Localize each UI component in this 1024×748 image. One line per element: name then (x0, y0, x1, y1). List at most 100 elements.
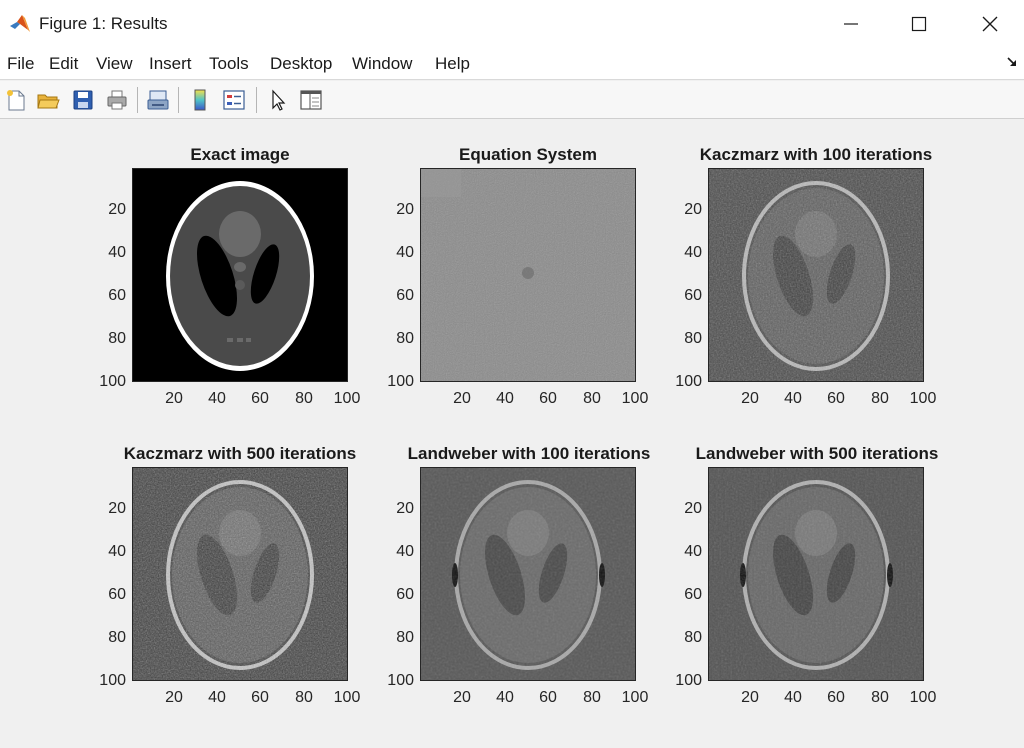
y-tick-label: 60 (684, 586, 702, 603)
y-tick-label: 40 (396, 244, 414, 261)
x-tick-label: 20 (453, 390, 471, 407)
x-tick-label: 80 (583, 390, 601, 407)
edit-plot-button[interactable] (264, 86, 292, 114)
x-tick-label: 20 (165, 390, 183, 407)
property-inspector-button[interactable] (297, 86, 325, 114)
y-tick-label: 20 (396, 500, 414, 517)
menu-tools[interactable]: Tools (209, 54, 249, 74)
reconstruction-image (421, 468, 635, 680)
y-tick-label: 60 (684, 287, 702, 304)
image-kaczmarz-500[interactable] (132, 467, 348, 681)
x-tick-label: 20 (453, 689, 471, 706)
y-tick-label: 100 (99, 672, 126, 689)
y-tick-label: 40 (108, 543, 126, 560)
y-tick-label: 80 (684, 629, 702, 646)
minimize-button[interactable] (828, 6, 874, 42)
x-tick-label: 100 (333, 689, 361, 706)
insert-colorbar-button[interactable] (186, 86, 214, 114)
y-tick-label: 20 (396, 201, 414, 218)
x-tick-label: 20 (165, 689, 183, 706)
new-figure-button[interactable] (2, 86, 30, 114)
y-tick-label: 80 (396, 330, 414, 347)
x-tick-label: 100 (333, 390, 361, 407)
toolbar-separator (137, 87, 138, 113)
menu-edit[interactable]: Edit (49, 54, 78, 74)
x-tick-label: 80 (871, 689, 889, 706)
image-landweber-500[interactable] (708, 467, 924, 681)
print-button[interactable] (103, 86, 131, 114)
x-tick-label: 40 (208, 390, 226, 407)
y-tick-label: 60 (108, 287, 126, 304)
menu-desktop[interactable]: Desktop (270, 54, 332, 74)
phantom-image (133, 169, 347, 381)
y-tick-label: 40 (684, 543, 702, 560)
x-tick-label: 60 (251, 689, 269, 706)
x-tick-label: 80 (295, 689, 313, 706)
maximize-icon (911, 16, 927, 32)
y-tick-label: 60 (396, 586, 414, 603)
window-titlebar: Figure 1: Results (0, 0, 1024, 48)
y-tick-label: 80 (396, 629, 414, 646)
axes-title-equation-system: Equation System (459, 145, 597, 164)
open-file-icon (37, 94, 60, 109)
y-tick-label: 20 (108, 201, 126, 218)
image-landweber-100[interactable] (420, 467, 636, 681)
system-matrix-image (421, 169, 635, 381)
x-tick-label: 40 (496, 689, 514, 706)
undock-arrow-icon[interactable] (1006, 56, 1018, 68)
open-file-button[interactable] (34, 86, 62, 114)
x-tick-label: 100 (909, 689, 937, 706)
image-kaczmarz-100[interactable] (708, 168, 924, 382)
close-icon (982, 16, 998, 32)
y-tick-label: 100 (387, 672, 414, 689)
menu-window[interactable]: Window (352, 54, 412, 74)
close-button[interactable] (967, 6, 1013, 42)
x-tick-label: 60 (827, 689, 845, 706)
link-plot-button[interactable] (144, 86, 172, 114)
y-tick-label: 100 (675, 373, 702, 390)
maximize-button[interactable] (896, 6, 942, 42)
edit-plot-pointer-icon (272, 89, 286, 111)
y-tick-label: 80 (108, 330, 126, 347)
x-tick-label: 60 (827, 390, 845, 407)
y-tick-label: 40 (684, 244, 702, 261)
x-tick-label: 80 (583, 689, 601, 706)
toolbar-separator (256, 87, 257, 113)
y-tick-label: 20 (684, 500, 702, 517)
x-tick-label: 100 (621, 390, 649, 407)
image-exact-phantom[interactable] (132, 168, 348, 382)
save-icon (73, 90, 93, 110)
x-tick-label: 40 (496, 390, 514, 407)
image-equation-system[interactable] (420, 168, 636, 382)
x-tick-label: 60 (539, 390, 557, 407)
y-tick-label: 40 (396, 543, 414, 560)
menu-insert[interactable]: Insert (149, 54, 192, 74)
x-tick-label: 20 (741, 689, 759, 706)
insert-legend-button[interactable] (220, 86, 248, 114)
x-tick-label: 60 (539, 689, 557, 706)
new-figure-icon (7, 90, 25, 111)
save-button[interactable] (69, 86, 97, 114)
x-tick-label: 40 (784, 390, 802, 407)
menu-bar: File Edit View Insert Tools Desktop Wind… (0, 48, 1024, 80)
reconstruction-image (709, 169, 923, 381)
x-tick-label: 100 (909, 390, 937, 407)
axes-title-landweber-100: Landweber with 100 iterations (407, 444, 651, 463)
window-title: Figure 1: Results (39, 14, 168, 33)
figure-canvas: Exact image Equation System Kaczmarz wit… (0, 120, 1024, 748)
y-tick-label: 20 (108, 500, 126, 517)
menu-file[interactable]: File (7, 54, 34, 74)
menu-view[interactable]: View (96, 54, 133, 74)
toolbar-separator (178, 87, 179, 113)
y-tick-label: 80 (108, 629, 126, 646)
y-tick-label: 40 (108, 244, 126, 261)
print-icon (107, 90, 127, 110)
property-inspector-icon (300, 90, 322, 110)
axes-title-kaczmarz-100: Kaczmarz with 100 iterations (699, 145, 933, 164)
x-tick-label: 40 (208, 689, 226, 706)
matlab-logo-icon (8, 12, 32, 36)
menu-help[interactable]: Help (435, 54, 470, 74)
y-tick-label: 80 (684, 330, 702, 347)
x-tick-label: 40 (784, 689, 802, 706)
y-tick-label: 100 (387, 373, 414, 390)
